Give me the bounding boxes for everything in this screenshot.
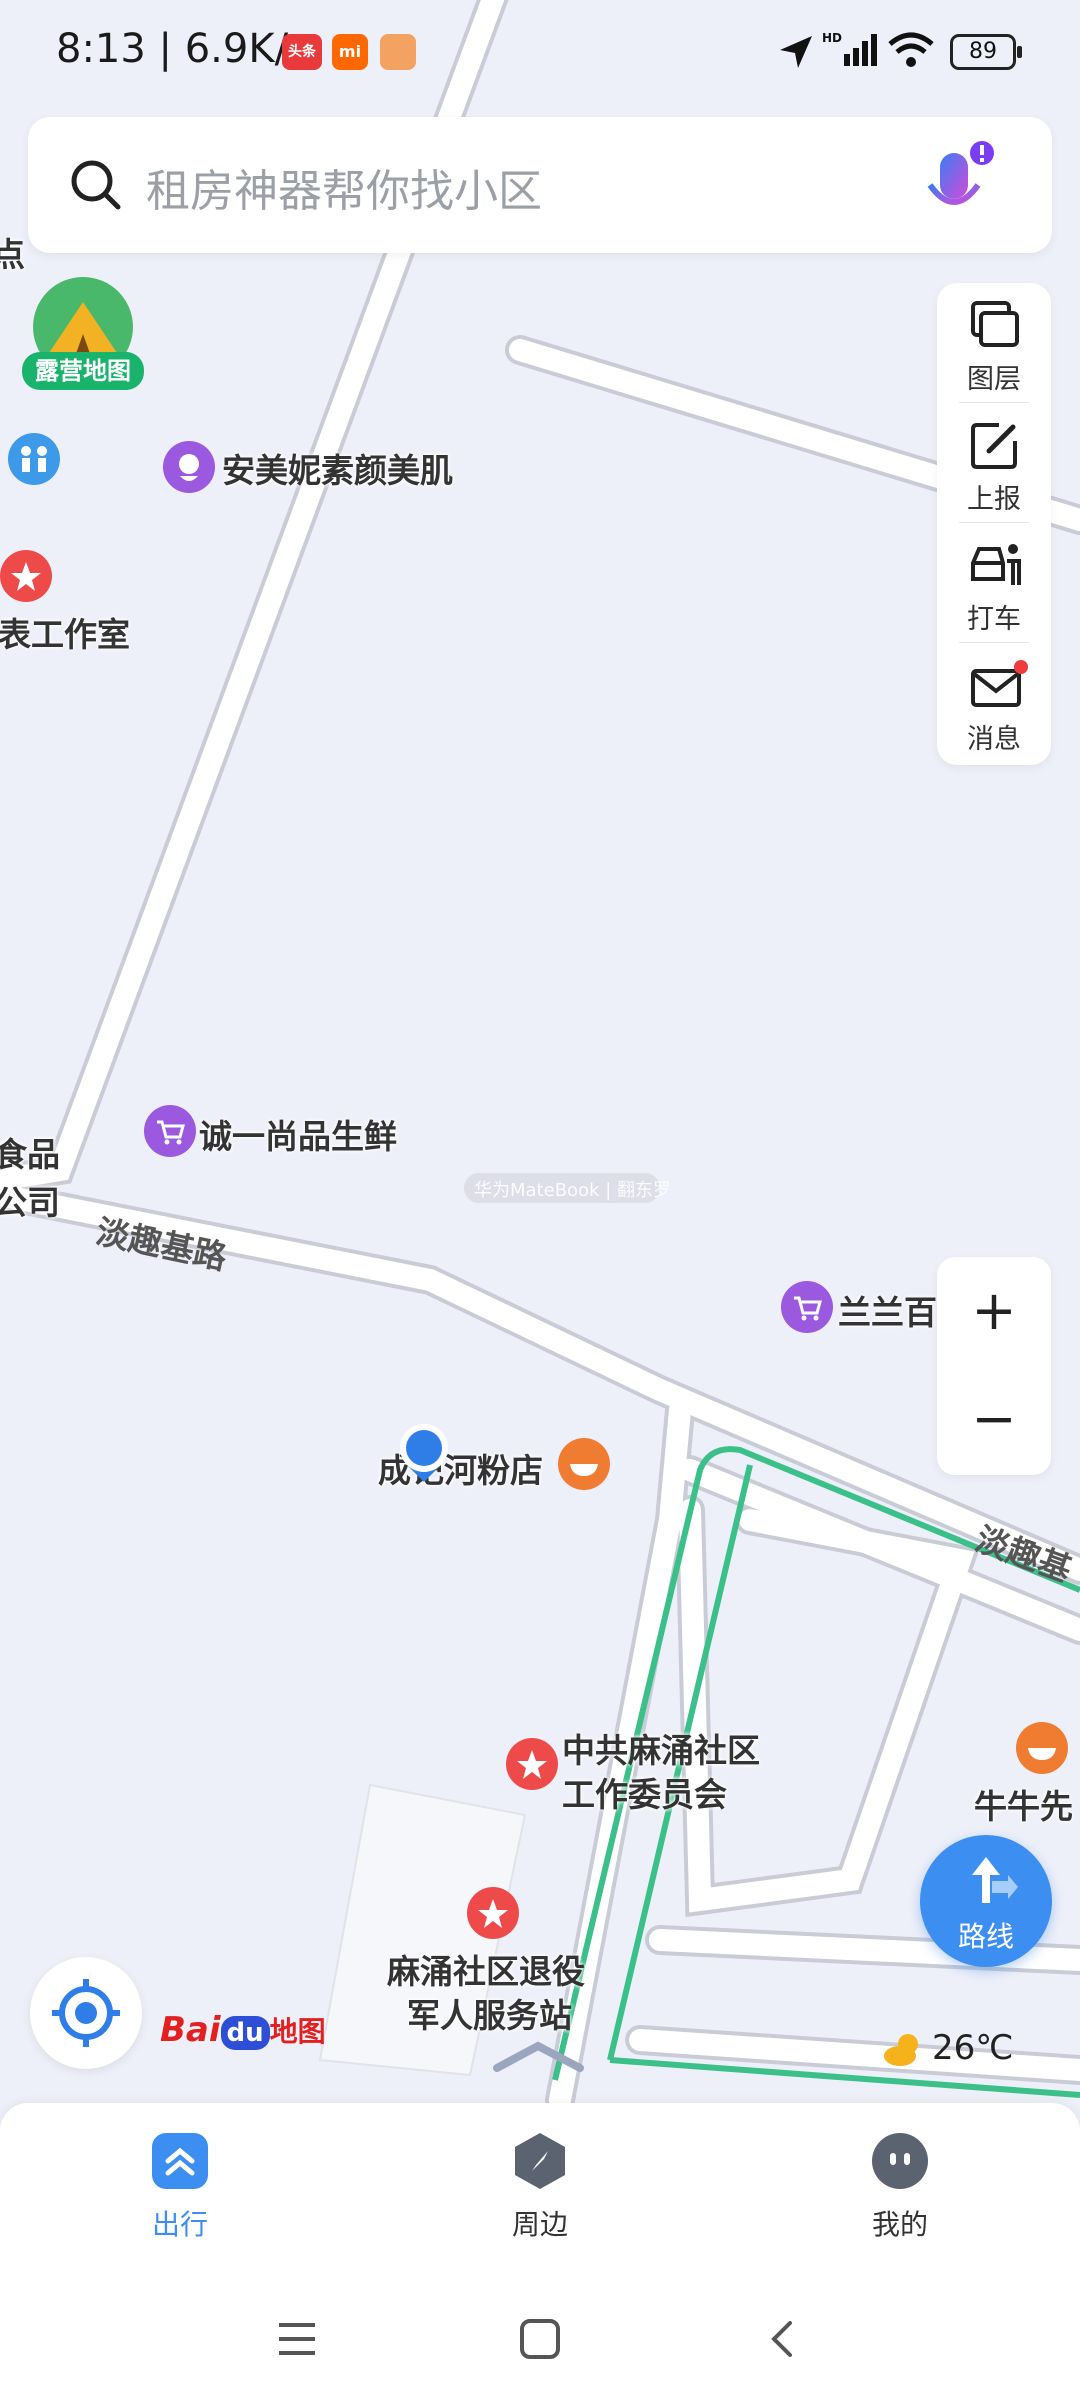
camp-map-badge[interactable]: 露营地图	[18, 272, 148, 394]
battery-indicator: 89	[950, 34, 1022, 70]
tool-report[interactable]: 上报	[937, 403, 1051, 523]
nav-nearby-label: 周边	[511, 2208, 568, 2241]
poi-lanlan-label: 兰兰百	[838, 1293, 937, 1332]
zoom-controls: + −	[937, 1257, 1051, 1475]
poi-purple-salon-icon	[163, 441, 215, 493]
nav-profile-label: 我的	[871, 2208, 928, 2241]
status-bar: 8:13 | 6.9K/s 头条 mi HD 89	[0, 0, 1080, 105]
toutiao-app-icon: 头条	[282, 34, 322, 70]
baidu-map-logo: Bai du 地图	[160, 2010, 326, 2066]
poi-studio-label: 表工作室	[0, 615, 130, 654]
hd-signal-icon: HD	[822, 31, 877, 66]
map-canvas[interactable]: 露营地图 点 安美妮素颜美肌 表工作室 诚一尚品生鲜 食品 公司 华为MateB…	[0, 0, 1080, 2110]
bottom-nav: 出行 周边 我的	[0, 2103, 1080, 2279]
zoom-out-button[interactable]: −	[937, 1365, 1051, 1473]
logo-ditu: 地图	[269, 2015, 326, 2048]
route-button[interactable]: 路线	[920, 1835, 1052, 1967]
route-button-label: 路线	[957, 1920, 1014, 1953]
poi-party-line2: 工作委员会	[562, 1775, 727, 1814]
poi-veteran-line2: 军人服务站	[407, 1996, 572, 2035]
search-placeholder: 租房神器帮你找小区	[146, 166, 542, 217]
tool-report-label: 上报	[967, 484, 1021, 515]
profile-icon	[872, 2133, 928, 2189]
status-time-speed: 8:13 | 6.9K/s	[56, 26, 309, 72]
poi-cart-icon	[144, 1105, 196, 1157]
mi-app-icon: mi	[332, 34, 368, 70]
poi-grocery-label: 诚一尚品生鲜	[199, 1117, 397, 1156]
poi-veteran-line1: 麻涌社区退役	[387, 1952, 585, 1991]
tool-taxi-label: 打车	[967, 604, 1021, 635]
back-icon[interactable]	[762, 2317, 806, 2361]
tool-messages-label: 消息	[967, 724, 1021, 755]
location-arrow-icon	[780, 36, 812, 68]
zoom-in-button[interactable]: +	[937, 1257, 1051, 1365]
menu-icon[interactable]	[275, 2319, 319, 2359]
wifi-icon	[888, 32, 934, 67]
layers-icon	[971, 301, 1019, 347]
poi-party-line1: 中共麻涌社区	[562, 1731, 760, 1770]
poi-food-company-line1: 食品	[0, 1135, 60, 1174]
app-notification-icon	[380, 34, 416, 70]
poi-red-star-icon	[506, 1738, 558, 1790]
search-icon	[71, 160, 121, 210]
report-edit-icon	[971, 423, 1017, 469]
nav-nearby[interactable]: 周边	[465, 2131, 615, 2251]
mail-icon	[971, 660, 1028, 707]
poi-dian-label: 点	[0, 235, 25, 274]
logo-du: du	[220, 2016, 270, 2050]
poi-dian[interactable]: 点	[0, 228, 25, 276]
poi-food-company-line2: 公司	[0, 1183, 60, 1222]
restroom-icon[interactable]	[6, 433, 62, 493]
poi-bowl-icon	[1016, 1722, 1068, 1774]
microphone-icon[interactable]	[910, 133, 1000, 233]
poi-niuniu-label: 牛牛先	[974, 1787, 1073, 1826]
poi-red-star-icon	[467, 1887, 519, 1939]
nav-travel[interactable]: 出行	[105, 2131, 255, 2251]
poi-beauty-label: 安美妮素颜美肌	[222, 451, 453, 490]
tool-messages[interactable]: 消息	[937, 643, 1051, 763]
logo-bai: Bai	[160, 2010, 221, 2050]
cloud-sun-icon	[884, 2034, 918, 2066]
compass-icon	[515, 2133, 565, 2189]
locate-me-button[interactable]	[30, 1957, 142, 2069]
current-location-marker	[400, 1424, 448, 1482]
map-tools-panel: 图层 上报 打车 消息	[937, 283, 1051, 765]
map-ad-text: 华为MateBook | 翻东罗	[474, 1180, 671, 1201]
nav-profile[interactable]: 我的	[825, 2131, 975, 2251]
poi-food-company[interactable]: 食品 公司	[0, 1128, 60, 1224]
route-arrow-icon	[972, 1857, 1018, 1903]
camp-map-label: 露营地图	[22, 352, 144, 390]
poi-red-star-icon	[0, 550, 52, 602]
system-nav-bar	[0, 2279, 1080, 2400]
taxi-icon	[971, 544, 1021, 585]
svg-text:HD: HD	[822, 31, 842, 45]
tool-layers-label: 图层	[967, 364, 1021, 395]
map-ad-banner[interactable]: 华为MateBook | 翻东罗	[464, 1173, 671, 1203]
tool-taxi[interactable]: 打车	[937, 523, 1051, 643]
poi-cart-icon	[781, 1281, 833, 1333]
search-bar[interactable]: 租房神器帮你找小区	[28, 117, 1052, 253]
weather-temp: 26℃	[932, 2028, 1014, 2068]
home-icon[interactable]	[518, 2317, 562, 2361]
crosshair-icon	[52, 1979, 120, 2047]
tool-layers[interactable]: 图层	[937, 283, 1051, 403]
travel-icon	[152, 2133, 208, 2189]
nav-travel-label: 出行	[151, 2208, 208, 2241]
poi-bowl-icon	[558, 1438, 610, 1490]
